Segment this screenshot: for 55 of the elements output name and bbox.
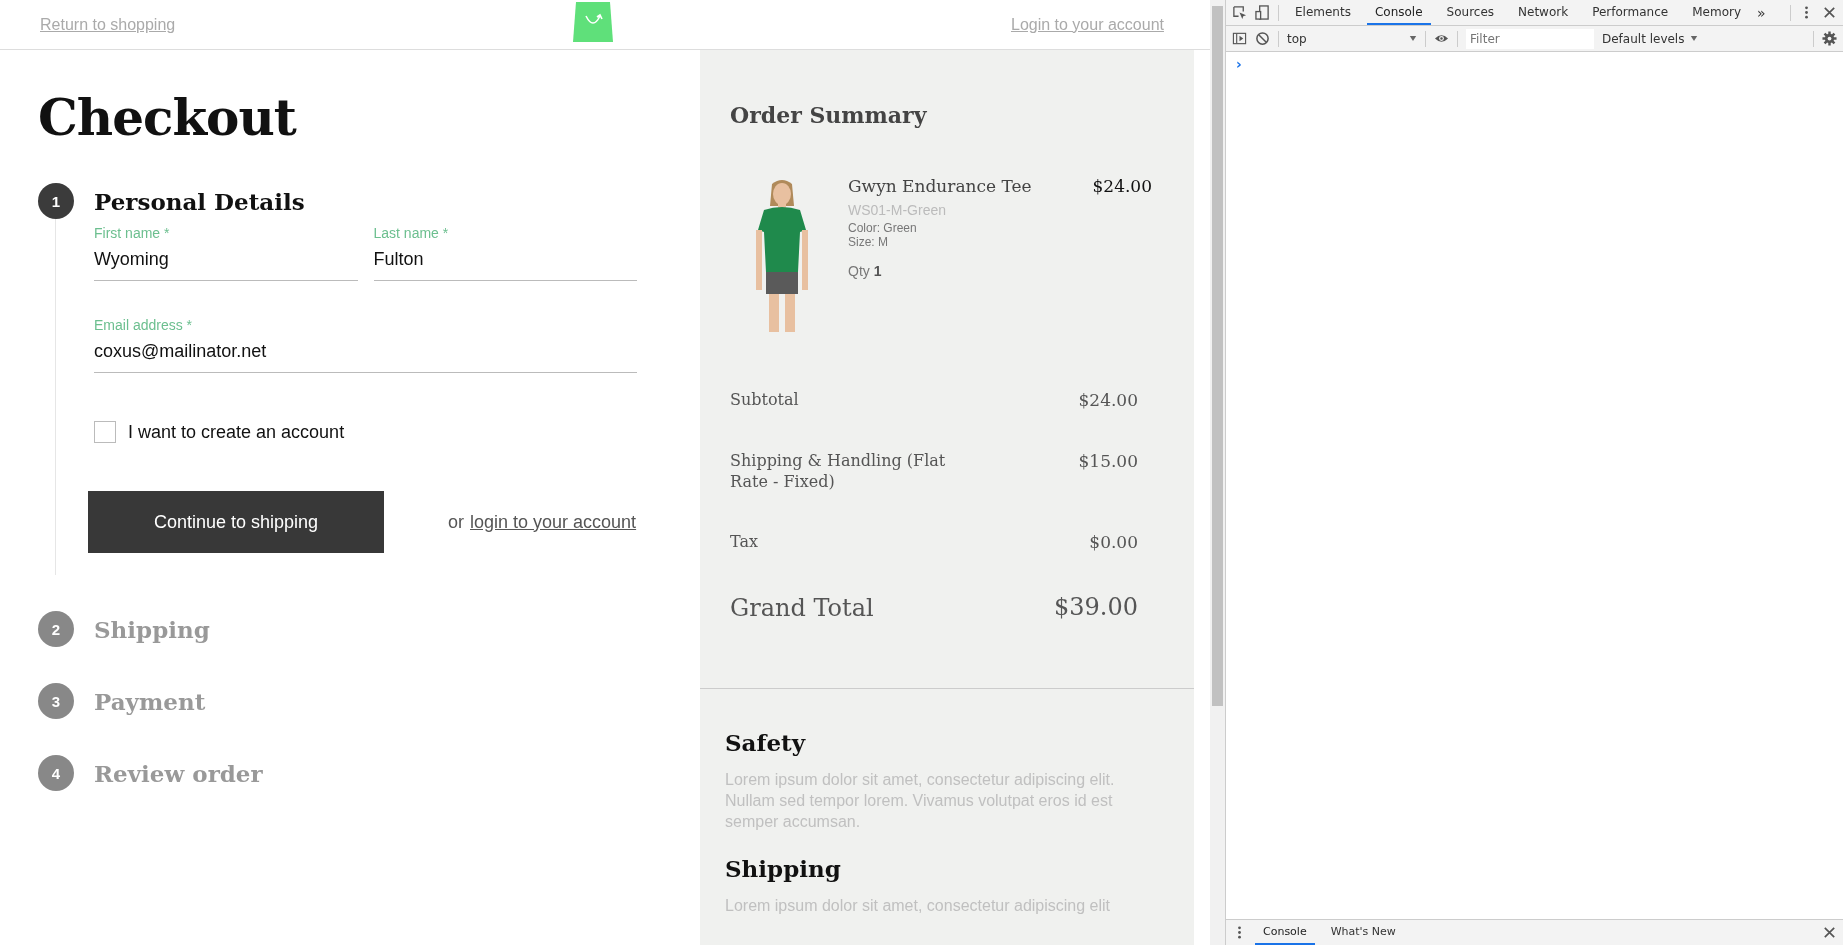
text-field[interactable]: coxus@mailinator.net xyxy=(94,333,637,373)
inspect-icon[interactable] xyxy=(1232,5,1247,20)
caret-icon[interactable] xyxy=(1409,35,1417,42)
text-field[interactable]: Wyoming xyxy=(94,241,358,281)
filter-field[interactable]: Filter xyxy=(1466,28,1594,49)
more-tabs-button[interactable]: » xyxy=(1757,4,1766,21)
devtools-tab[interactable]: Sources xyxy=(1438,0,1503,25)
settings-icon[interactable] xyxy=(1822,31,1837,46)
sidebar-toggle-icon[interactable] xyxy=(1232,31,1247,46)
section-title: Shipping xyxy=(725,854,842,882)
product-size: Size: M xyxy=(848,235,889,249)
field-label: Email address * xyxy=(94,317,194,333)
total-amount: $15.00 xyxy=(1078,450,1138,471)
page-title: Checkout xyxy=(38,88,298,147)
console-prompt[interactable]: › xyxy=(1236,56,1242,72)
section-title: Safety xyxy=(725,729,807,757)
total-label: Shipping & Handling (Flat Rate - Fixed) xyxy=(730,450,947,493)
text-field[interactable]: Fulton xyxy=(373,241,637,281)
scrollbar[interactable] xyxy=(1212,6,1223,706)
total-amount: $0.00 xyxy=(1089,532,1138,553)
context-dropdown[interactable]: top xyxy=(1287,31,1417,46)
step-number: 1 xyxy=(38,183,74,219)
devtools-tab[interactable]: Performance xyxy=(1584,0,1677,25)
total-amount: $24.00 xyxy=(1078,390,1138,410)
devtools-tab[interactable]: Memory xyxy=(1684,0,1749,25)
caret-icon[interactable] xyxy=(1690,35,1699,42)
devtools-tab[interactable]: Elements xyxy=(1287,0,1359,25)
login-link[interactable]: login to your account xyxy=(470,511,637,533)
continue-button[interactable]: Continue to shipping xyxy=(88,491,384,553)
product-color: Color: Green xyxy=(848,221,918,235)
step-number: 4 xyxy=(38,755,74,791)
clear-console-icon[interactable] xyxy=(1255,31,1270,46)
total-label: Subtotal xyxy=(730,390,800,411)
devtools-tab[interactable]: Network xyxy=(1510,0,1577,25)
close-icon[interactable] xyxy=(1822,5,1837,20)
step-number: 2 xyxy=(38,611,74,647)
drawer-tab[interactable]: What's New xyxy=(1322,920,1404,945)
field-label: Last name * xyxy=(373,225,450,241)
step-number: 3 xyxy=(38,683,74,719)
levels-dropdown[interactable]: Default levels xyxy=(1602,31,1699,46)
step-title[interactable]: Personal Details xyxy=(94,187,305,215)
field-label: First name * xyxy=(94,225,171,241)
or-text: or xyxy=(448,511,464,533)
product-price: $24.00 xyxy=(1092,176,1152,196)
total-amount: $39.00 xyxy=(1054,593,1138,622)
close-icon[interactable] xyxy=(1822,925,1837,940)
product-name[interactable]: Gwyn Endurance Tee xyxy=(848,176,1093,196)
total-label: Tax xyxy=(730,532,759,554)
checkbox-label[interactable]: I want to create an account xyxy=(128,421,345,443)
device-icon[interactable] xyxy=(1255,5,1270,20)
total-label: Grand Total xyxy=(730,593,874,625)
checkbox[interactable] xyxy=(94,421,116,443)
drawer-tab[interactable]: Console xyxy=(1255,920,1315,945)
product-quantity: Qty 1 xyxy=(848,263,883,279)
summary-title: Order Summary xyxy=(730,102,928,128)
